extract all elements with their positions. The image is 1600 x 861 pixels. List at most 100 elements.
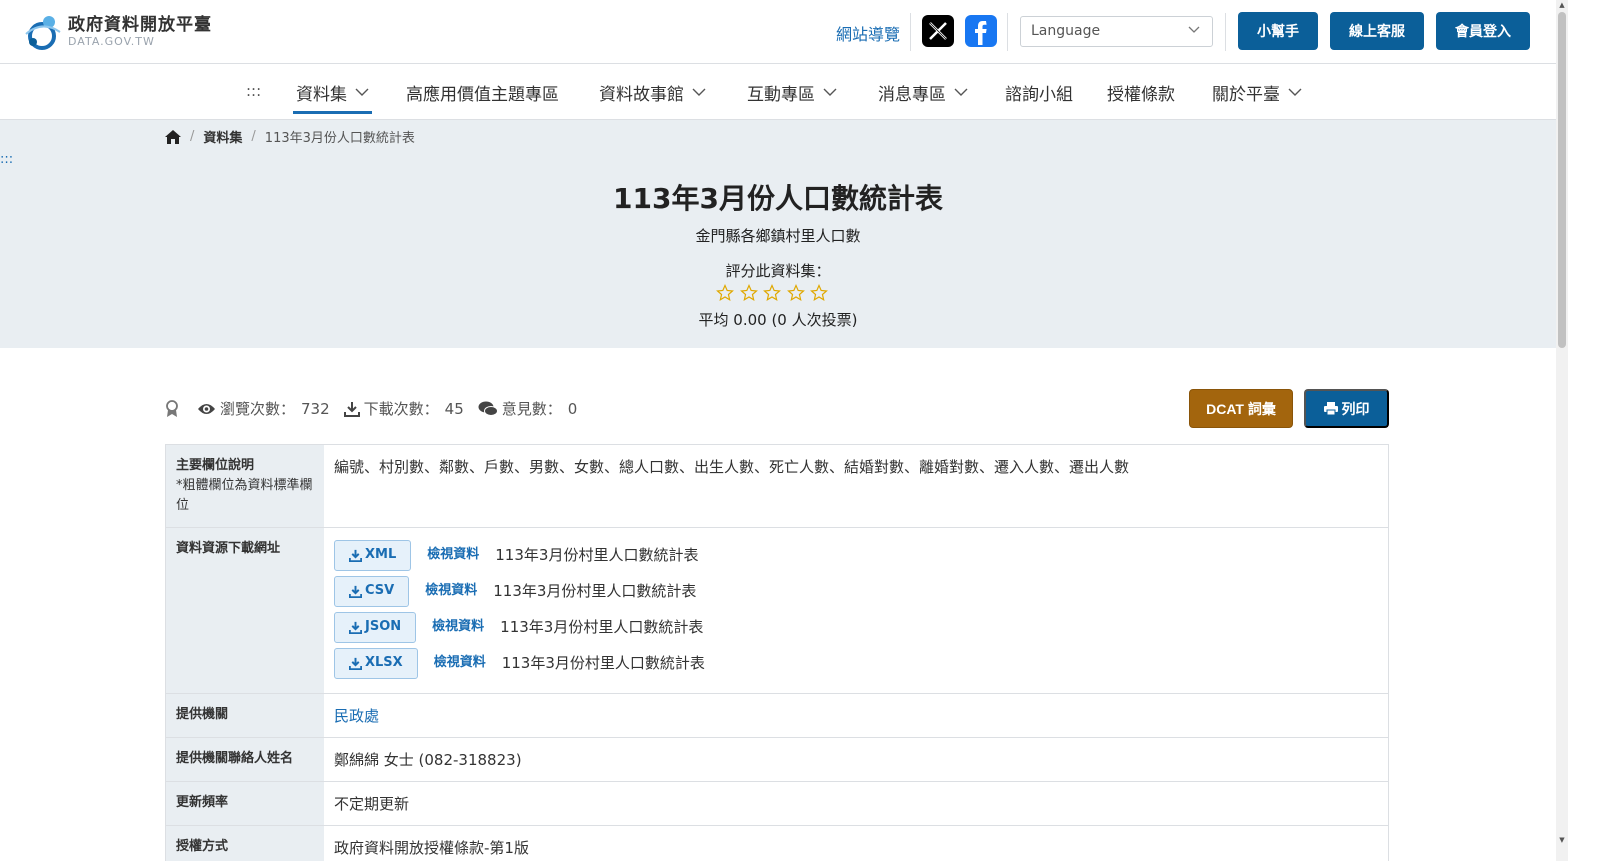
- eye-icon: [198, 403, 215, 414]
- download-icon: [349, 585, 362, 598]
- award-icon: [166, 399, 178, 417]
- nav-accesskey[interactable]: :::: [246, 82, 261, 100]
- logo-title: 政府資料開放平臺: [68, 15, 212, 35]
- view-data-link[interactable]: 檢視資料: [427, 544, 479, 566]
- org-link[interactable]: 民政處: [324, 694, 1388, 737]
- views-label: 瀏覽次數：: [220, 400, 296, 418]
- nav-item-interactive[interactable]: 互動專區: [747, 64, 837, 120]
- nav-item-label: 關於平臺: [1212, 84, 1280, 105]
- sitemap-link[interactable]: 網站導覽: [836, 21, 900, 45]
- breadcrumb-datasets[interactable]: 資料集: [203, 127, 242, 146]
- facebook-icon[interactable]: [965, 15, 997, 47]
- downloads-label: 下載次數：: [363, 400, 439, 418]
- dcat-button[interactable]: DCAT 詞彙: [1189, 389, 1293, 428]
- contact-value: 鄭綿綿 女士 (082-318823): [334, 751, 522, 769]
- chevron-down-icon: [1288, 88, 1302, 96]
- scrollbar-thumb[interactable]: [1558, 12, 1566, 348]
- contact-label: 提供機關聯絡人姓名: [166, 738, 324, 781]
- content-accesskey[interactable]: :::: [0, 152, 13, 167]
- download-json-button[interactable]: JSON: [334, 611, 417, 643]
- dataset-stats: 瀏覽次數： 732 下載次數： 45 意見數： 0: [165, 398, 591, 419]
- comments-count: 0: [567, 399, 578, 418]
- fields-value: 編號、村別數、鄰數、戶數、男數、女數、總人口數、出生人數、死亡人數、結婚對數、離…: [334, 458, 1130, 476]
- rating-average: 平均 0.00 (0 人次投票): [698, 311, 858, 329]
- nav-item-datasets[interactable]: 資料集: [293, 64, 372, 120]
- views-count: 732: [301, 399, 330, 418]
- download-icon: [349, 621, 362, 634]
- print-icon: [1323, 402, 1338, 415]
- breadcrumb-separator: /: [251, 129, 256, 144]
- nav-item-label: 互動專區: [747, 84, 815, 105]
- download-icon: [349, 657, 362, 670]
- online-service-button[interactable]: 線上客服: [1330, 12, 1424, 50]
- star-icon[interactable]: [786, 284, 811, 304]
- breadcrumb: / 資料集 / 113年3月份人口數統計表: [165, 127, 415, 146]
- home-icon[interactable]: [165, 129, 181, 144]
- nav-item-license[interactable]: 授權條款: [1107, 64, 1175, 120]
- nav-item-advisory[interactable]: 諮詢小組: [1005, 64, 1073, 120]
- breadcrumb-current: 113年3月份人口數統計表: [264, 131, 415, 146]
- star-icon[interactable]: [739, 284, 764, 304]
- chevron-down-icon: [692, 88, 706, 96]
- resource-name: 113年3月份村里人口數統計表: [501, 654, 705, 672]
- resources-label: 資料資源下載網址: [166, 528, 324, 693]
- comments-label: 意見數：: [501, 400, 562, 418]
- nav-item-label: 諮詢小組: [1005, 84, 1073, 105]
- resource-name: 113年3月份村里人口數統計表: [495, 546, 699, 564]
- star-icon[interactable]: [716, 284, 740, 304]
- dataset-info-table: 主要欄位說明 *粗體欄位為資料標準欄位 編號、村別數、鄰數、戶數、男數、女數、總…: [165, 444, 1389, 861]
- fields-note: *粗體欄位為資料標準欄位: [176, 478, 313, 513]
- download-xlsx-button[interactable]: XLSX: [334, 647, 418, 679]
- page-scrollbar[interactable]: ▲ ▼: [1556, 0, 1568, 861]
- logo-mark-icon: [25, 16, 61, 50]
- dataset-description: 金門縣各鄉鎮村里人口數: [695, 227, 861, 245]
- scroll-up-arrow-icon[interactable]: ▲: [1558, 1, 1566, 9]
- format-label: CSV: [365, 583, 395, 598]
- format-label: XML: [365, 547, 397, 562]
- print-label: 列印: [1341, 400, 1370, 417]
- window-edge: [1568, 0, 1600, 861]
- page-title: 113年3月份人口數統計表: [613, 182, 943, 215]
- member-login-button[interactable]: 會員登入: [1436, 12, 1530, 50]
- download-csv-button[interactable]: CSV: [334, 575, 410, 607]
- top-header: 政府資料開放平臺 DATA.GOV.TW 網站導覽 Language 小幫手 線…: [0, 0, 1568, 64]
- format-label: JSON: [365, 619, 402, 634]
- frequency-label: 更新頻率: [166, 782, 324, 825]
- resource-name: 113年3月份村里人口數統計表: [500, 618, 704, 636]
- dataset-hero: / 資料集 / 113年3月份人口數統計表 ::: 113年3月份人口數統計表 …: [0, 120, 1556, 348]
- view-data-link[interactable]: 檢視資料: [425, 580, 477, 602]
- x-icon[interactable]: [922, 15, 954, 47]
- star-icon[interactable]: [810, 284, 834, 304]
- star-icon[interactable]: [763, 284, 787, 304]
- site-logo[interactable]: 政府資料開放平臺 DATA.GOV.TW: [22, 12, 212, 52]
- nav-item-label: 授權條款: [1107, 84, 1175, 105]
- language-select[interactable]: Language: [1020, 16, 1213, 47]
- resource-name: 113年3月份村里人口數統計表: [493, 582, 697, 600]
- fields-label: 主要欄位說明: [176, 458, 255, 473]
- resource-item: XML 檢視資料 113年3月份村里人口數統計表: [334, 537, 1378, 573]
- rating-label: 評分此資料集：: [725, 262, 831, 280]
- helper-button[interactable]: 小幫手: [1238, 12, 1318, 50]
- table-row: 資料資源下載網址 XML 檢視資料 113年3月份村里人口數統計表 CSV 檢視…: [166, 528, 1388, 694]
- nav-item-high-value[interactable]: 高應用價值主題專區: [406, 64, 559, 120]
- chevron-down-icon: [355, 88, 369, 96]
- license-value[interactable]: 政府資料開放授權條款-第1版: [324, 826, 1388, 861]
- nav-item-label: 消息專區: [878, 84, 946, 105]
- table-row: 主要欄位說明 *粗體欄位為資料標準欄位 編號、村別數、鄰數、戶數、男數、女數、總…: [166, 445, 1388, 528]
- nav-item-news[interactable]: 消息專區: [878, 64, 968, 120]
- license-label: 授權方式: [166, 826, 324, 861]
- nav-item-stories[interactable]: 資料故事館: [599, 64, 706, 120]
- table-row: 授權方式 政府資料開放授權條款-第1版: [166, 826, 1388, 861]
- view-data-link[interactable]: 檢視資料: [432, 616, 484, 638]
- main-nav: ::: 資料集 高應用價值主題專區 資料故事館 互動專區 消息專區 諮詢小組 授…: [0, 64, 1568, 120]
- comments-icon: [478, 401, 498, 416]
- org-label: 提供機關: [166, 694, 324, 737]
- scroll-down-arrow-icon[interactable]: ▼: [1558, 836, 1566, 844]
- download-xml-button[interactable]: XML: [334, 539, 412, 571]
- nav-item-about[interactable]: 關於平臺: [1212, 64, 1302, 120]
- downloads-count: 45: [444, 399, 464, 418]
- view-data-link[interactable]: 檢視資料: [434, 652, 486, 674]
- nav-item-label: 資料故事館: [599, 84, 684, 105]
- table-row: 更新頻率 不定期更新: [166, 782, 1388, 826]
- print-button[interactable]: 列印: [1304, 389, 1389, 428]
